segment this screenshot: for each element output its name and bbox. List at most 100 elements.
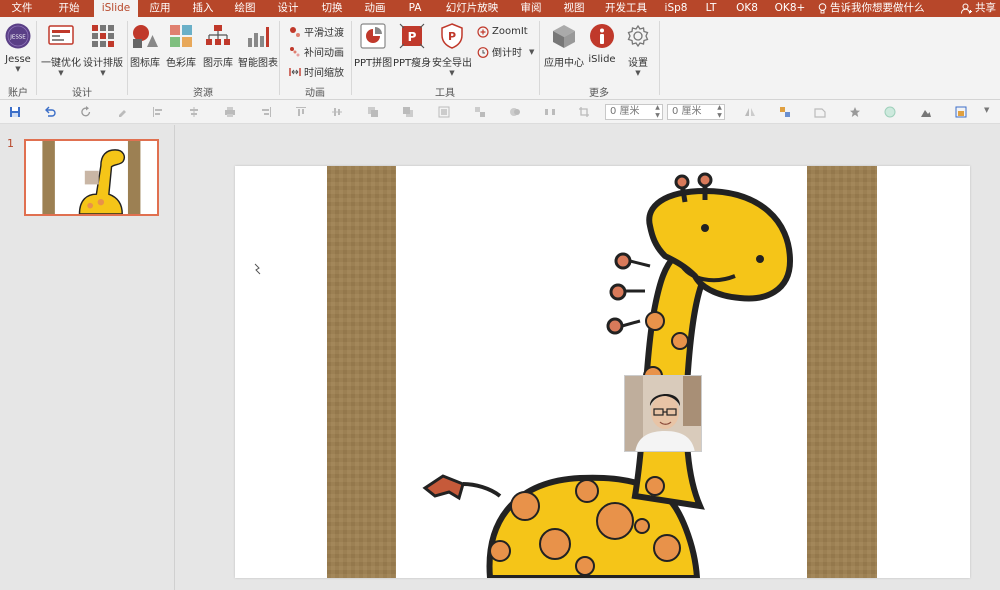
align-middle-icon[interactable] (331, 106, 343, 118)
app-center-label: 应用中心 (544, 58, 584, 69)
customize-qat-icon[interactable]: ▼ (984, 106, 989, 114)
align-top-icon[interactable] (295, 106, 307, 118)
zoomit-button[interactable]: ZoomIt (476, 25, 528, 38)
avatar: JESSE (4, 22, 32, 50)
tab-developer[interactable]: 开发工具 (596, 0, 656, 17)
tab-ok8-plus[interactable]: OK8+ (768, 0, 812, 17)
merge-shapes-icon[interactable] (509, 106, 521, 118)
slide-thumbnail[interactable] (24, 139, 159, 216)
tween-animation-button[interactable]: 补间动画 (288, 44, 344, 59)
align-center-icon[interactable] (188, 106, 200, 118)
islide-info-button[interactable]: iSlide (588, 22, 616, 65)
tab-view[interactable]: 视图 (552, 0, 596, 17)
giraffe-illustration[interactable] (235, 166, 970, 578)
settings-button[interactable]: 设置 ▼ (624, 22, 652, 77)
undo-icon[interactable] (44, 106, 56, 118)
group-animation: 平滑过渡 补间动画 时间缩放 动画 (280, 17, 350, 100)
group-label-design: 设计 (72, 88, 92, 99)
crop-icon[interactable] (578, 106, 590, 118)
gear-icon (624, 22, 652, 50)
svg-text:JESSE: JESSE (9, 35, 26, 41)
smooth-transition-icon (288, 25, 301, 38)
zoomit-label: ZoomIt (492, 26, 528, 37)
insert-picture-icon[interactable] (955, 106, 967, 118)
tab-islide[interactable]: iSlide (94, 0, 138, 17)
tab-pa[interactable]: PA (396, 0, 434, 17)
icon-library-label: 图标库 (130, 58, 160, 69)
ppt-collage-button[interactable]: PPT拼图 (354, 22, 392, 69)
tab-ok8[interactable]: OK8 (726, 0, 768, 17)
tab-home[interactable]: 开始 (44, 0, 94, 17)
distribute-icon[interactable] (544, 106, 556, 118)
share-label: 共享 (975, 2, 996, 14)
height-spinner[interactable]: ▲ ▼ (716, 104, 723, 120)
org-chart-icon (204, 22, 232, 50)
color-library-button[interactable]: 色彩库 (166, 22, 196, 69)
align-left-icon[interactable] (152, 106, 164, 118)
fill-color-icon[interactable] (884, 106, 896, 118)
chevron-down-icon: ▼ (449, 69, 455, 77)
tab-isp8[interactable]: iSp8 (656, 0, 696, 17)
ribbon: JESSE Jesse ▼ 账户 一键优化 ▼ 设计排版 ▼ 设计 图标库 色彩… (0, 17, 1000, 100)
layout-grid-icon (89, 22, 117, 50)
time-scale-button[interactable]: 时间缩放 (288, 64, 344, 79)
save-icon[interactable] (9, 106, 21, 118)
account-button[interactable]: JESSE Jesse ▼ (4, 22, 32, 73)
print-icon[interactable] (224, 106, 236, 118)
chevron-down-icon: ▼ (58, 69, 64, 77)
tab-insert[interactable]: 插入 (182, 0, 224, 17)
optimize-icon (47, 22, 75, 50)
tell-me-text: 告诉我你想要做什么 (830, 2, 925, 14)
slide-number: 1 (7, 137, 14, 150)
group-tools: PPT拼图 P PPT瘦身 P 安全导出 ▼ ZoomIt 倒计时 ▼ 工具 (352, 17, 538, 100)
group-resources: 图标库 色彩库 图示库 智能图表 资源 (128, 17, 278, 100)
picture-icon[interactable] (920, 106, 932, 118)
smart-chart-label: 智能图表 (238, 58, 278, 69)
format-painter-icon[interactable] (117, 106, 129, 118)
powerpoint-window: 文件 开始 iSlide 应用 插入 绘图 设计 切换 动画 PA 幻灯片放映 … (0, 0, 1000, 590)
smart-chart-button[interactable]: 智能图表 (238, 22, 278, 69)
tab-transitions[interactable]: 切换 (310, 0, 354, 17)
ungroup-icon[interactable] (474, 106, 486, 118)
smooth-transition-button[interactable]: 平滑过渡 (288, 24, 344, 39)
design-layout-button[interactable]: 设计排版 ▼ (83, 22, 123, 77)
one-click-optimize-button[interactable]: 一键优化 ▼ (41, 22, 81, 77)
send-backward-icon[interactable] (402, 106, 414, 118)
tab-review[interactable]: 审阅 (510, 0, 552, 17)
share-button[interactable]: 共享 (961, 0, 1000, 17)
diagram-library-button[interactable]: 图示库 (203, 22, 233, 69)
tab-design[interactable]: 设计 (266, 0, 310, 17)
group-label-account: 账户 (8, 88, 28, 99)
group-account: JESSE Jesse ▼ 账户 (0, 17, 36, 100)
tab-animations[interactable]: 动画 (354, 0, 396, 17)
tab-apps[interactable]: 应用 (138, 0, 182, 17)
flip-icon[interactable] (744, 106, 756, 118)
slide-canvas-area (176, 125, 1000, 590)
countdown-button[interactable]: 倒计时 ▼ (476, 44, 534, 59)
chevron-down-icon: ▼ (529, 47, 535, 56)
replace-icon[interactable] (779, 106, 791, 118)
tab-file[interactable]: 文件 (0, 0, 44, 17)
group-objects-icon[interactable] (438, 106, 450, 118)
slide-canvas[interactable] (235, 166, 970, 578)
ppt-slim-button[interactable]: P PPT瘦身 (393, 22, 431, 69)
webcam-overlay (624, 375, 702, 452)
tab-draw[interactable]: 绘图 (224, 0, 266, 17)
svg-text:P: P (408, 30, 417, 44)
secure-export-button[interactable]: P 安全导出 ▼ (432, 22, 472, 77)
time-scale-icon (288, 65, 301, 78)
chevron-down-icon: ▼ (15, 65, 21, 73)
tell-me-box[interactable]: 告诉我你想要做什么 (812, 0, 925, 17)
icon-library-button[interactable]: 图标库 (130, 22, 160, 69)
shape-outline-icon[interactable] (814, 106, 826, 118)
app-center-button[interactable]: 应用中心 (544, 22, 584, 69)
width-spinner[interactable]: ▲ ▼ (654, 104, 661, 120)
zoom-plus-icon (476, 25, 489, 38)
bring-forward-icon[interactable] (367, 106, 379, 118)
webcam-portrait (625, 376, 701, 451)
align-right-icon[interactable] (260, 106, 272, 118)
tab-lt[interactable]: LT (696, 0, 726, 17)
star-icon[interactable] (849, 106, 861, 118)
tab-slideshow[interactable]: 幻灯片放映 (434, 0, 510, 17)
redo-icon[interactable] (80, 106, 92, 118)
